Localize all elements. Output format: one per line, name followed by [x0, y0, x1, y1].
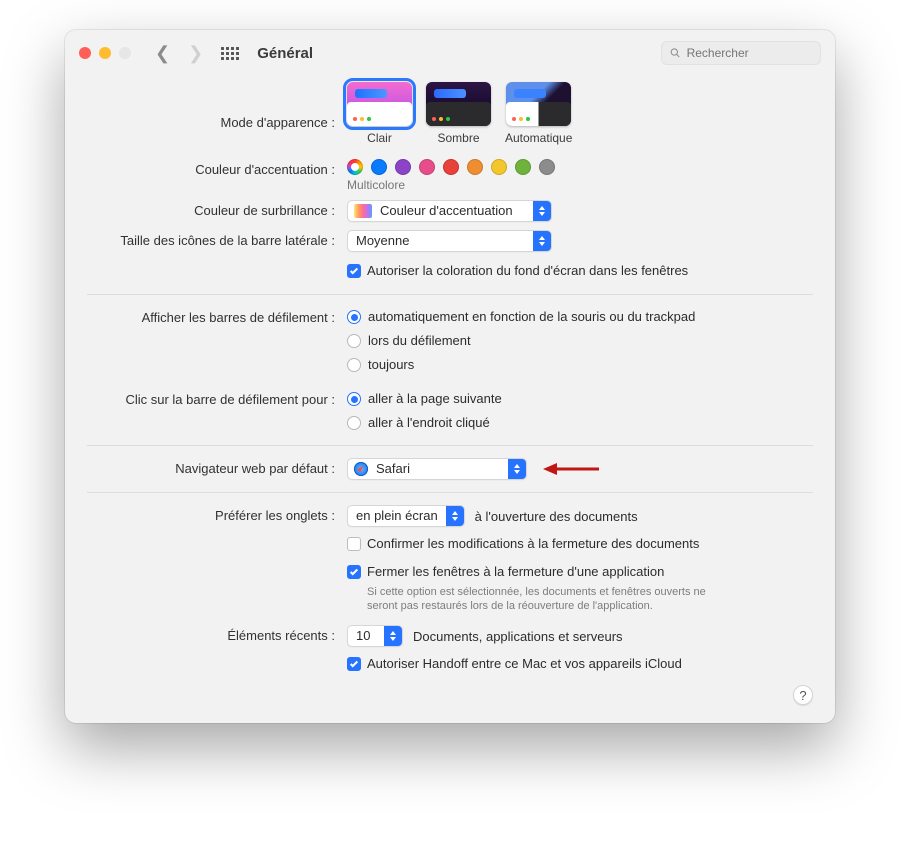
- tabs-suffix: à l'ouverture des documents: [475, 509, 638, 524]
- scrollbars-option-0[interactable]: automatiquement en fonction de la souris…: [347, 307, 813, 327]
- preferences-window: ❮ ❯ Général Mode d'apparence : Clair: [65, 30, 835, 723]
- recent-select[interactable]: 10: [347, 625, 403, 647]
- scrollbars-option-label: automatiquement en fonction de la souris…: [368, 307, 695, 327]
- accent-label: Couleur d'accentuation :: [87, 159, 347, 181]
- close-windows-checkbox[interactable]: Fermer les fenêtres à la fermeture d'une…: [347, 561, 813, 583]
- checkbox-icon: [347, 264, 361, 278]
- stepper-icon: [508, 459, 526, 479]
- radio-icon: [347, 358, 361, 372]
- accent-graphite[interactable]: [539, 159, 555, 175]
- scroll-click-option-label: aller à l'endroit cliqué: [368, 413, 490, 433]
- accent-orange[interactable]: [467, 159, 483, 175]
- stepper-icon: [533, 201, 551, 221]
- accent-swatches: [347, 159, 813, 175]
- confirm-changes-checkbox[interactable]: Confirmer les modifications à la fermetu…: [347, 533, 813, 555]
- safari-icon: [354, 462, 368, 476]
- wallpaper-tint-label: Autoriser la coloration du fond d'écran …: [367, 260, 688, 282]
- show-all-icon[interactable]: [221, 47, 239, 60]
- scroll-click-option-0[interactable]: aller à la page suivante: [347, 389, 813, 409]
- close-windows-hint: Si cette option est sélectionnée, les do…: [367, 585, 707, 613]
- radio-icon: [347, 334, 361, 348]
- accent-yellow[interactable]: [491, 159, 507, 175]
- scroll-click-label: Clic sur la barre de défilement pour :: [87, 389, 347, 411]
- sidebar-size-label: Taille des icônes de la barre latérale :: [87, 230, 347, 252]
- accent-blue[interactable]: [371, 159, 387, 175]
- sidebar-size-select[interactable]: Moyenne: [347, 230, 552, 252]
- accent-pink[interactable]: [419, 159, 435, 175]
- scrollbars-option-1[interactable]: lors du défilement: [347, 331, 813, 351]
- scrollbars-option-2[interactable]: toujours: [347, 355, 813, 375]
- confirm-changes-label: Confirmer les modifications à la fermetu…: [367, 533, 699, 555]
- handoff-checkbox[interactable]: Autoriser Handoff entre ce Mac et vos ap…: [347, 653, 813, 675]
- sidebar-size-value: Moyenne: [348, 231, 435, 251]
- appearance-dark-label: Sombre: [437, 131, 479, 145]
- accent-green[interactable]: [515, 159, 531, 175]
- search-field[interactable]: [661, 41, 821, 65]
- highlight-value: Couleur d'accentuation: [372, 201, 539, 221]
- checkbox-icon: [347, 657, 361, 671]
- close-icon[interactable]: [79, 47, 91, 59]
- highlight-swatch-icon: [354, 204, 372, 218]
- handoff-label: Autoriser Handoff entre ce Mac et vos ap…: [367, 653, 682, 675]
- close-windows-label: Fermer les fenêtres à la fermeture d'une…: [367, 561, 664, 583]
- search-icon: [670, 47, 681, 59]
- scroll-click-option-1[interactable]: aller à l'endroit cliqué: [347, 413, 813, 433]
- radio-icon: [347, 310, 361, 324]
- highlight-label: Couleur de surbrillance :: [87, 200, 347, 222]
- annotation-arrow-icon: [541, 459, 601, 479]
- appearance-auto[interactable]: Automatique: [505, 82, 572, 145]
- tabs-label: Préférer les onglets :: [87, 505, 347, 527]
- accent-purple[interactable]: [395, 159, 411, 175]
- stepper-icon: [533, 231, 551, 251]
- appearance-auto-label: Automatique: [505, 131, 572, 145]
- appearance-dark[interactable]: Sombre: [426, 82, 491, 145]
- titlebar: ❮ ❯ Général: [65, 30, 835, 76]
- appearance-light-label: Clair: [367, 131, 392, 145]
- recent-label: Éléments récents :: [87, 625, 347, 647]
- scrollbars-label: Afficher les barres de défilement :: [87, 307, 347, 329]
- scrollbars-option-label: lors du défilement: [368, 331, 471, 351]
- wallpaper-tint-checkbox[interactable]: Autoriser la coloration du fond d'écran …: [347, 260, 813, 282]
- appearance-options: Clair Sombre Automatique: [347, 82, 813, 145]
- help-button[interactable]: ?: [793, 685, 813, 705]
- accent-red[interactable]: [443, 159, 459, 175]
- highlight-select[interactable]: Couleur d'accentuation: [347, 200, 552, 222]
- checkbox-icon: [347, 565, 361, 579]
- browser-select[interactable]: Safari: [347, 458, 527, 480]
- minimize-icon[interactable]: [99, 47, 111, 59]
- scroll-click-radio-group: aller à la page suivante aller à l'endroi…: [347, 389, 813, 433]
- accent-caption: Multicolore: [347, 178, 813, 192]
- radio-icon: [347, 416, 361, 430]
- scroll-click-option-label: aller à la page suivante: [368, 389, 502, 409]
- recent-suffix: Documents, applications et serveurs: [413, 629, 623, 644]
- radio-icon: [347, 392, 361, 406]
- stepper-icon: [446, 506, 464, 526]
- forward-button: ❯: [184, 43, 207, 64]
- browser-label: Navigateur web par défaut :: [87, 458, 347, 480]
- browser-value: Safari: [368, 459, 436, 479]
- back-button[interactable]: ❮: [151, 43, 174, 64]
- checkbox-icon: [347, 537, 361, 551]
- stepper-icon: [384, 626, 402, 646]
- window-title: Général: [257, 45, 313, 62]
- tabs-select[interactable]: en plein écran: [347, 505, 465, 527]
- scrollbars-radio-group: automatiquement en fonction de la souris…: [347, 307, 813, 375]
- search-input[interactable]: [687, 46, 812, 60]
- window-controls: [79, 47, 131, 59]
- appearance-light[interactable]: Clair: [347, 82, 412, 145]
- accent-multicolor[interactable]: [347, 159, 363, 175]
- zoom-icon: [119, 47, 131, 59]
- scrollbars-option-label: toujours: [368, 355, 414, 375]
- appearance-label: Mode d'apparence :: [87, 82, 347, 134]
